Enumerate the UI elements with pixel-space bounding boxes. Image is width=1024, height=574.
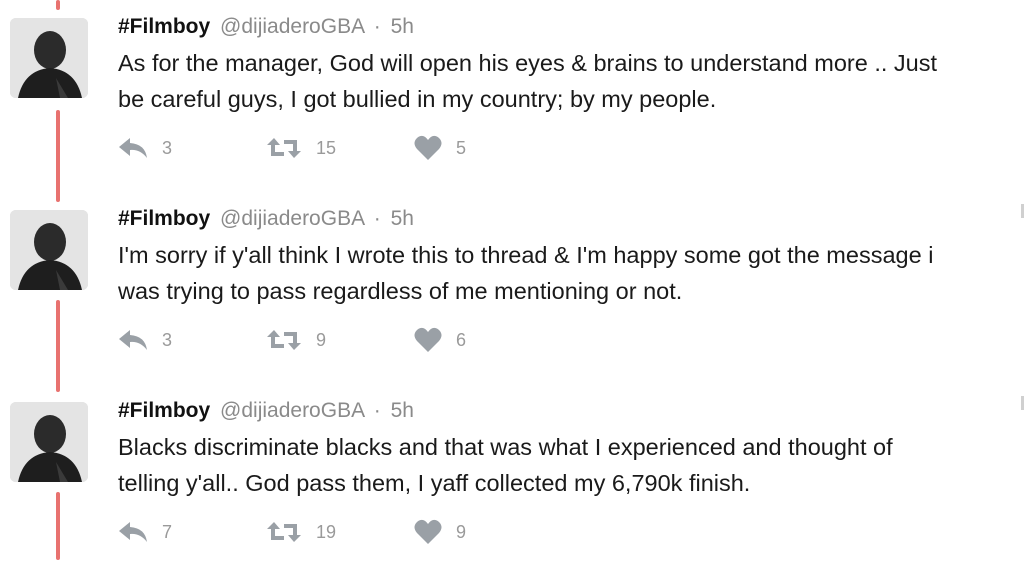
like-button[interactable]: 9 — [414, 517, 466, 547]
tweet-text-line: I'm sorry if y'all think I wrote this to… — [118, 242, 934, 268]
display-name[interactable]: #Filmboy — [118, 15, 210, 38]
tweet[interactable]: #Filmboy @dijiaderoGBA · 5h Blacks discr… — [0, 384, 1024, 574]
timestamp[interactable]: 5h — [391, 207, 414, 230]
like-button[interactable]: 5 — [414, 133, 466, 163]
user-handle[interactable]: @dijiaderoGBA — [220, 399, 364, 422]
display-name[interactable]: #Filmboy — [118, 399, 210, 422]
retweet-count: 9 — [316, 329, 327, 350]
retweet-icon — [267, 522, 301, 542]
tweet-text-line: Blacks discriminate blacks and that was … — [118, 434, 893, 460]
tweet-header: #Filmboy @dijiaderoGBA · 5h — [118, 15, 414, 39]
tweet[interactable]: #Filmboy @dijiaderoGBA · 5h As for the m… — [0, 0, 1024, 190]
reply-count: 7 — [162, 521, 173, 542]
tweet-header: #Filmboy @dijiaderoGBA · 5h — [118, 399, 414, 423]
heart-icon — [414, 519, 442, 544]
display-name[interactable]: #Filmboy — [118, 207, 210, 230]
tweet-text-line: As for the manager, God will open his ey… — [118, 50, 938, 76]
like-count: 5 — [456, 137, 467, 158]
reply-button[interactable]: 7 — [118, 517, 172, 547]
like-count: 9 — [456, 521, 467, 542]
retweet-button[interactable]: 19 — [266, 517, 336, 547]
tweet-text: I'm sorry if y'all think I wrote this to… — [118, 237, 1018, 309]
like-count: 6 — [456, 329, 467, 350]
avatar[interactable] — [10, 210, 88, 290]
reply-arrow-icon — [119, 522, 147, 542]
retweet-icon — [267, 138, 301, 158]
retweet-count: 15 — [316, 137, 337, 158]
tweet-text-line: telling y'all.. God pass them, I yaff co… — [118, 470, 751, 496]
heart-icon — [414, 135, 442, 160]
reply-arrow-icon — [119, 138, 147, 158]
heart-icon — [414, 327, 442, 352]
separator-dot: · — [373, 207, 381, 230]
like-button[interactable]: 6 — [414, 325, 466, 355]
reply-arrow-icon — [119, 330, 147, 350]
tweet-text-line: be careful guys, I got bullied in my cou… — [118, 86, 717, 112]
avatar[interactable] — [10, 18, 88, 98]
reply-count: 3 — [162, 329, 173, 350]
separator-dot: · — [373, 15, 381, 38]
reply-count: 3 — [162, 137, 173, 158]
tweet-text-line: was trying to pass regardless of me ment… — [118, 278, 683, 304]
user-handle[interactable]: @dijiaderoGBA — [220, 15, 364, 38]
timestamp[interactable]: 5h — [391, 399, 414, 422]
retweet-button[interactable]: 15 — [266, 133, 336, 163]
tweet[interactable]: #Filmboy @dijiaderoGBA · 5h I'm sorry if… — [0, 192, 1024, 382]
retweet-count: 19 — [316, 521, 337, 542]
tweet-text: Blacks discriminate blacks and that was … — [118, 429, 1018, 501]
retweet-button[interactable]: 9 — [266, 325, 326, 355]
timestamp[interactable]: 5h — [391, 15, 414, 38]
user-handle[interactable]: @dijiaderoGBA — [220, 207, 364, 230]
tweet-header: #Filmboy @dijiaderoGBA · 5h — [118, 207, 414, 231]
separator-dot: · — [373, 399, 381, 422]
avatar[interactable] — [10, 402, 88, 482]
reply-button[interactable]: 3 — [118, 133, 172, 163]
reply-button[interactable]: 3 — [118, 325, 172, 355]
retweet-icon — [267, 330, 301, 350]
tweet-text: As for the manager, God will open his ey… — [118, 45, 1018, 117]
